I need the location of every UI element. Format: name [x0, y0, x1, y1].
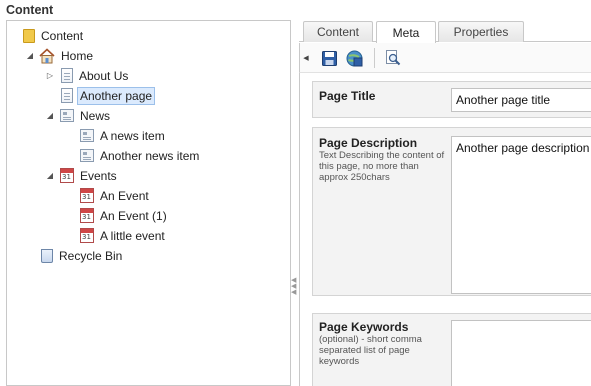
- meta-tab-content: Page Title Another page title Page Descr…: [299, 73, 591, 386]
- calendar-icon: 31: [80, 208, 94, 223]
- tree-label[interactable]: A little event: [98, 228, 167, 244]
- news-item-icon: [80, 149, 94, 162]
- toolbar-separator: [374, 48, 375, 68]
- tree-label[interactable]: Recycle Bin: [57, 248, 124, 264]
- calendar-icon: 31: [80, 228, 94, 243]
- page-keywords-textarea[interactable]: [451, 320, 591, 386]
- toolbar: ◀: [299, 43, 591, 73]
- tree-label[interactable]: Events: [78, 168, 119, 184]
- tree-label[interactable]: Home: [59, 48, 95, 64]
- tree-label[interactable]: An Event (1): [98, 208, 169, 224]
- tree-node-home[interactable]: ◢ Home: [25, 46, 95, 65]
- calendar-icon: 31: [80, 188, 94, 203]
- calendar-icon: 31: [60, 168, 74, 183]
- page-title-row: Page Title Another page title: [312, 81, 591, 118]
- content-tree: Content ◢ Home ▷ About Us Another page ◢…: [6, 20, 291, 386]
- tab-content[interactable]: Content: [303, 21, 373, 42]
- expanded-toggle-icon[interactable]: ◢: [45, 171, 55, 181]
- news-icon: [60, 109, 74, 122]
- tree-node-another-news-item[interactable]: Another news item: [79, 146, 201, 165]
- tree-node-event-1[interactable]: 31 An Event (1): [79, 206, 169, 225]
- folder-icon: [23, 28, 35, 43]
- tree-node-event[interactable]: 31 An Event: [79, 186, 151, 205]
- save-publish-icon[interactable]: [345, 49, 363, 67]
- page-keywords-help: (optional) - short comma separated list …: [319, 334, 422, 367]
- page-title-input[interactable]: Another page title: [451, 88, 591, 112]
- tree-label-selected[interactable]: Another page: [77, 86, 156, 105]
- collapsed-toggle-icon[interactable]: ▷: [45, 71, 55, 81]
- page-description-textarea[interactable]: Another page description: [451, 136, 591, 294]
- tree-node-content[interactable]: Content: [21, 26, 85, 45]
- section-header: Content: [0, 0, 591, 20]
- tab-properties[interactable]: Properties: [438, 21, 524, 42]
- tree-node-news[interactable]: ◢ News: [45, 106, 112, 125]
- expanded-toggle-icon[interactable]: ◢: [45, 111, 55, 121]
- tree-node-another-page[interactable]: Another page: [59, 86, 156, 105]
- home-icon: [39, 47, 55, 64]
- toolbar-collapse-icon[interactable]: ◀: [302, 49, 310, 67]
- tree-label[interactable]: A news item: [98, 128, 167, 144]
- recycle-bin-icon: [41, 248, 53, 263]
- tree-node-recycle-bin[interactable]: Recycle Bin: [39, 246, 124, 265]
- tree-node-about-us[interactable]: ▷ About Us: [45, 66, 130, 85]
- page-icon: [61, 68, 73, 83]
- page-description-help: Text Describing the content of this page…: [319, 150, 445, 183]
- tab-meta[interactable]: Meta: [376, 21, 436, 43]
- tree-node-news-item[interactable]: A news item: [79, 126, 167, 145]
- tree-label[interactable]: Another news item: [98, 148, 201, 164]
- page-keywords-label: Page Keywords: [319, 320, 409, 334]
- page-keywords-row: Page Keywords (optional) - short comma s…: [312, 313, 591, 386]
- page-icon: [61, 88, 73, 103]
- save-icon[interactable]: [320, 49, 338, 67]
- page-title-label: Page Title: [319, 89, 376, 103]
- tree-label[interactable]: An Event: [98, 188, 151, 204]
- tree-label[interactable]: Content: [39, 28, 85, 44]
- tab-bar: Content Meta Properties: [299, 20, 591, 43]
- page-description-row: Page Description Text Describing the con…: [312, 127, 591, 296]
- expanded-toggle-icon[interactable]: ◢: [25, 51, 35, 61]
- section-title: Content: [6, 3, 54, 17]
- page-description-label: Page Description: [319, 136, 418, 150]
- panel-splitter[interactable]: ◀ ◀ ◀: [291, 20, 299, 386]
- preview-icon[interactable]: [384, 49, 402, 67]
- tree-node-events[interactable]: ◢ 31 Events: [45, 166, 119, 185]
- tree-node-little-event[interactable]: 31 A little event: [79, 226, 167, 245]
- news-item-icon: [80, 129, 94, 142]
- tree-label[interactable]: About Us: [77, 68, 130, 84]
- splitter-grip-icon[interactable]: ◀ ◀ ◀: [291, 277, 296, 296]
- tree-label[interactable]: News: [78, 108, 112, 124]
